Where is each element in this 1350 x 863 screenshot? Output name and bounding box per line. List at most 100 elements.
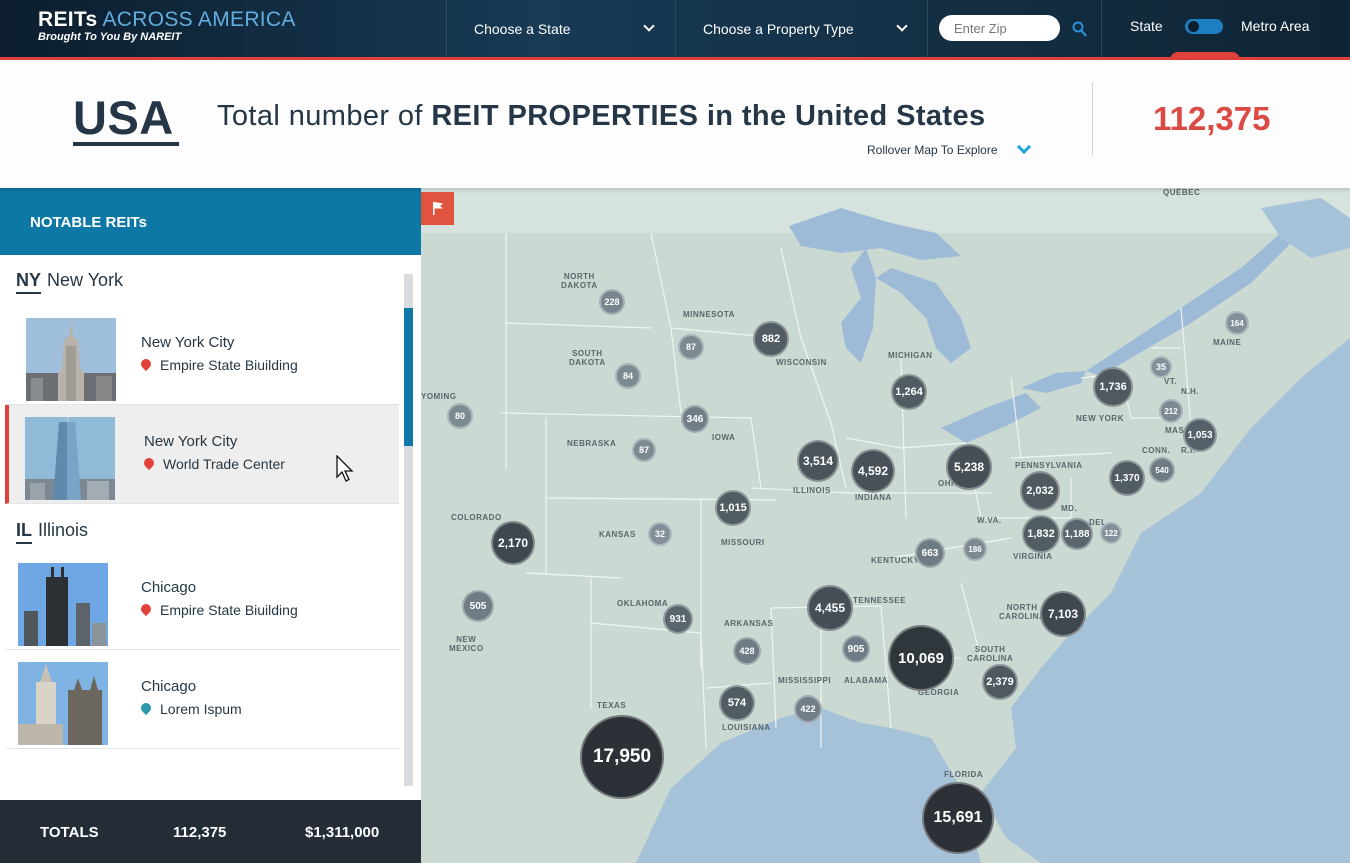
- property-type-dropdown[interactable]: Choose a Property Type: [675, 0, 928, 57]
- property-count-bubble[interactable]: 931: [663, 604, 693, 634]
- state-label: MINNESOTA: [683, 310, 735, 319]
- flag-button[interactable]: [421, 192, 454, 225]
- property-count-bubble[interactable]: 5,238: [946, 444, 992, 490]
- property-count-bubble[interactable]: 164: [1225, 311, 1249, 335]
- total-count: 112,375: [1153, 100, 1271, 137]
- state-label: PENNSYLVANIA: [1015, 461, 1083, 470]
- header-divider: [1092, 82, 1093, 156]
- zip-input[interactable]: [939, 15, 1060, 41]
- property-count-bubble[interactable]: 346: [681, 405, 709, 433]
- property-count-bubble[interactable]: 1,053: [1183, 418, 1217, 452]
- state-metro-toggle[interactable]: [1185, 19, 1223, 34]
- reit-card[interactable]: Chicago Empire State Biuilding: [6, 551, 400, 650]
- property-count-bubble[interactable]: 122: [1100, 522, 1122, 544]
- toggle-state-label[interactable]: State: [1130, 18, 1163, 34]
- state-label: TENNESSEE: [853, 596, 906, 605]
- us-map[interactable]: NORTH DAKOTA SOUTH DAKOTA MINNESOTA WISC…: [421, 188, 1350, 863]
- building-photo: [25, 417, 115, 500]
- property-count-bubble[interactable]: 4,455: [807, 585, 853, 631]
- reit-card[interactable]: New York City Empire State Biuilding: [6, 306, 400, 405]
- building-name: Lorem Ispum: [138, 700, 242, 717]
- panel-title: NOTABLE REITs: [0, 188, 421, 255]
- property-count-bubble[interactable]: 3,514: [797, 440, 839, 482]
- state-heading: IL Illinois: [16, 520, 88, 544]
- property-count-bubble[interactable]: 1,736: [1093, 367, 1133, 407]
- state-label: SOUTH DAKOTA: [569, 349, 606, 367]
- city-name: New York City: [141, 334, 235, 351]
- property-count-bubble[interactable]: 15,691: [922, 782, 994, 854]
- property-count-bubble[interactable]: 186: [963, 537, 987, 561]
- totals-label: TOTALS: [40, 824, 99, 841]
- state-label: NORTH CAROLINA: [999, 603, 1046, 621]
- brand-tagline: Brought To You By NAREIT: [38, 31, 182, 43]
- state-label: MD.: [1061, 504, 1078, 513]
- state-label: NEW YORK: [1076, 414, 1124, 423]
- totals-bar: TOTALS 112,375 $1,311,000: [0, 800, 421, 863]
- property-count-bubble[interactable]: 87: [632, 438, 656, 462]
- property-count-bubble[interactable]: 663: [915, 538, 945, 568]
- property-count-bubble[interactable]: 4,592: [851, 449, 895, 493]
- state-label: SOUTH CAROLINA: [967, 645, 1014, 663]
- state-label: COLORADO: [451, 513, 502, 522]
- state-label: CONN.: [1142, 446, 1171, 455]
- property-count-bubble[interactable]: 2,170: [491, 521, 535, 565]
- state-heading: NY New York: [16, 270, 123, 294]
- property-count-bubble[interactable]: 212: [1159, 399, 1183, 423]
- property-count-bubble[interactable]: 228: [599, 289, 625, 315]
- brand-logo[interactable]: REITs ACROSS AMERICA: [38, 8, 296, 32]
- building-photo: [26, 318, 116, 401]
- state-label: VT.: [1164, 377, 1178, 386]
- state-label: IOWA: [712, 433, 736, 442]
- city-name: Chicago: [141, 678, 197, 695]
- property-count-bubble[interactable]: 882: [753, 321, 789, 357]
- state-dropdown-label: Choose a State: [474, 20, 571, 37]
- property-count-bubble[interactable]: 505: [462, 590, 494, 622]
- chevron-down-icon: [896, 20, 908, 32]
- state-dropdown[interactable]: Choose a State: [446, 0, 675, 57]
- reit-card[interactable]: Chicago Lorem Ispum: [6, 650, 400, 749]
- property-count-bubble[interactable]: 84: [615, 363, 641, 389]
- search-icon[interactable]: [1072, 21, 1087, 37]
- state-label: ALABAMA: [844, 676, 888, 685]
- property-count-bubble[interactable]: 1,264: [891, 374, 927, 410]
- state-label: KENTUCKY: [871, 556, 920, 565]
- property-count-bubble[interactable]: 428: [733, 637, 761, 665]
- property-count-bubble[interactable]: 1,832: [1022, 515, 1060, 553]
- city-name: New York City: [144, 433, 238, 450]
- property-count-bubble[interactable]: 422: [794, 695, 822, 723]
- reit-card-selected[interactable]: New York City World Trade Center: [5, 405, 399, 504]
- property-count-bubble[interactable]: 35: [1150, 356, 1172, 378]
- property-count-bubble[interactable]: 7,103: [1040, 591, 1086, 637]
- chevron-down-icon: [643, 20, 655, 32]
- zip-search: [927, 0, 1102, 57]
- city-name: Chicago: [141, 579, 197, 596]
- property-count-bubble[interactable]: 540: [1149, 457, 1175, 483]
- total-label: Total number of REIT PROPERTIES in the U…: [217, 100, 986, 132]
- property-count-bubble[interactable]: 32: [648, 522, 672, 546]
- state-label: WISCONSIN: [776, 358, 827, 367]
- building-photo: [18, 662, 108, 745]
- property-count-bubble[interactable]: 10,069: [888, 625, 954, 691]
- property-count-bubble[interactable]: 80: [447, 403, 473, 429]
- property-count-bubble[interactable]: 2,032: [1020, 471, 1060, 511]
- building-photo: [18, 563, 108, 646]
- state-label: QUÉBEC: [1163, 188, 1201, 197]
- scrollbar-thumb[interactable]: [404, 308, 413, 446]
- state-label: MICHIGAN: [888, 351, 933, 360]
- rollover-hint: Rollover Map To Explore: [867, 143, 998, 157]
- property-count-bubble[interactable]: 87: [678, 334, 704, 360]
- top-nav-bar: REITs ACROSS AMERICA Brought To You By N…: [0, 0, 1350, 60]
- state-label: MISSOURI: [721, 538, 765, 547]
- toggle-metro-label[interactable]: Metro Area: [1241, 18, 1309, 34]
- state-label: INDIANA: [855, 493, 892, 502]
- property-count-bubble[interactable]: 17,950: [580, 715, 664, 799]
- property-count-bubble[interactable]: 1,370: [1109, 460, 1145, 496]
- property-count-bubble[interactable]: 1,015: [715, 490, 751, 526]
- property-count-bubble[interactable]: 1,188: [1061, 518, 1093, 550]
- property-count-bubble[interactable]: 2,379: [982, 664, 1018, 700]
- state-label: W.VA.: [977, 516, 1002, 525]
- property-count-bubble[interactable]: 905: [842, 635, 870, 663]
- property-count-bubble[interactable]: 574: [719, 685, 755, 721]
- mouse-cursor-icon: [336, 455, 354, 482]
- toggle-knob: [1188, 21, 1199, 32]
